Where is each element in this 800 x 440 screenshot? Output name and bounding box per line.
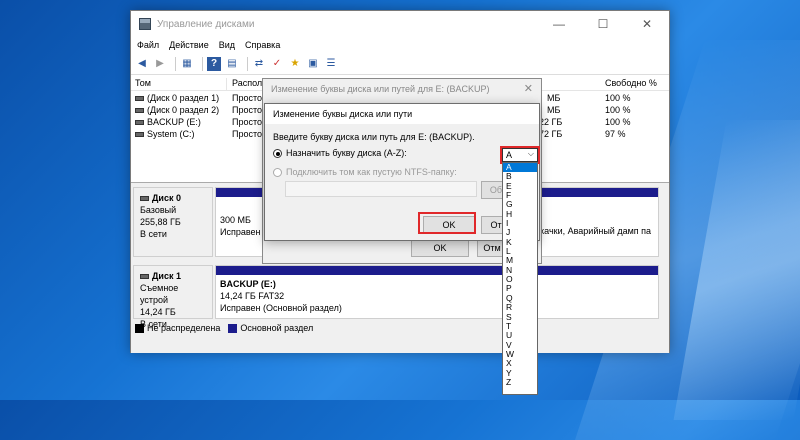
drive-icon bbox=[135, 108, 144, 114]
menu-view[interactable]: Вид bbox=[219, 40, 235, 50]
menu-action[interactable]: Действие bbox=[169, 40, 209, 50]
console-tree-icon[interactable]: ▦ bbox=[180, 57, 194, 71]
partition-status: Исправен (Основной раздел) bbox=[220, 303, 342, 313]
list-option[interactable]: H bbox=[503, 209, 537, 219]
legend: Не распределена Основной раздел bbox=[133, 321, 667, 335]
volume-name: System (C:) bbox=[147, 129, 195, 139]
volume-layout: Просто bbox=[232, 105, 263, 115]
close-button[interactable]: ✕ bbox=[625, 11, 669, 37]
legend-swatch-primary bbox=[228, 323, 238, 333]
disk-status: В сети bbox=[140, 229, 167, 239]
disk-icon bbox=[140, 196, 149, 202]
dialog-title: Изменение буквы диска или пути bbox=[273, 109, 413, 119]
disk-1-info[interactable]: Диск 1 Съемное устрой 14,24 ГБ В сети bbox=[133, 265, 213, 329]
disk-icon bbox=[140, 274, 149, 280]
volume-layout: Просто bbox=[232, 129, 263, 139]
volume-free: МБ bbox=[547, 105, 561, 115]
assign-letter-radio[interactable] bbox=[273, 149, 282, 158]
window-title: Управление дисками bbox=[157, 18, 255, 30]
title-bar: Управление дисками — ☐ ✕ bbox=[131, 11, 669, 37]
refresh-icon[interactable]: ▣ bbox=[306, 57, 320, 71]
properties-icon[interactable]: ▤ bbox=[225, 57, 239, 71]
disk-type: Базовый bbox=[140, 205, 177, 215]
menu-bar: Файл Действие Вид Справка bbox=[131, 37, 669, 53]
disk-size: 255,88 ГБ bbox=[140, 217, 181, 227]
checklist-icon[interactable]: ✓ bbox=[270, 57, 284, 71]
dialog-header: Изменение буквы диска или пути bbox=[265, 104, 539, 124]
toolbar-separator bbox=[202, 56, 203, 71]
folder-path-input[interactable] bbox=[285, 181, 477, 197]
volume-layout: Просто bbox=[232, 93, 263, 103]
dialog-prompt: Введите букву диска или путь для E: (BAC… bbox=[273, 132, 475, 142]
ok-button[interactable]: OK bbox=[411, 239, 469, 257]
volume-free: 72 ГБ bbox=[539, 129, 563, 139]
volume-free: 22 ГБ bbox=[539, 117, 563, 127]
volume-layout: Просто bbox=[232, 117, 263, 127]
volume-free-pct: 100 % bbox=[605, 93, 631, 103]
dialog-title: Изменение буквы диска или путей для E: (… bbox=[271, 84, 490, 94]
menu-file[interactable]: Файл bbox=[137, 40, 159, 50]
drive-letter-list: A B E F G H I J K L M N O P Q R S T U V … bbox=[502, 162, 538, 395]
partition-size: 300 МБ bbox=[220, 215, 251, 225]
volume-name: (Диск 0 раздел 2) bbox=[147, 105, 220, 115]
legend-unallocated: Не распределена bbox=[147, 323, 221, 333]
volume-free-pct: 100 % bbox=[605, 105, 631, 115]
toolbar: ◀ ▶ ▦ ? ▤ ⇄ ✓ ★ ▣ ☰ bbox=[131, 53, 669, 75]
legend-swatch-unallocated bbox=[135, 323, 144, 333]
column-free-pct[interactable]: Свободно % bbox=[601, 78, 669, 91]
partition-label: BACKUP (E:) bbox=[220, 279, 276, 289]
column-volume[interactable]: Том bbox=[131, 78, 227, 91]
volume-name: (Диск 0 раздел 1) bbox=[147, 93, 220, 103]
connect-icon[interactable]: ⇄ bbox=[252, 57, 266, 71]
primary-partition-bar bbox=[216, 266, 658, 275]
toolbar-separator bbox=[175, 56, 176, 71]
change-drive-letter-dialog: Изменение буквы диска или пути Введите б… bbox=[264, 103, 540, 241]
assign-letter-label: Назначить букву диска (A-Z): bbox=[286, 148, 407, 158]
drive-icon bbox=[135, 96, 144, 102]
drive-icon bbox=[135, 120, 144, 126]
disk-management-icon bbox=[139, 18, 151, 30]
legend-primary: Основной раздел bbox=[240, 323, 314, 333]
disk-name: Диск 0 bbox=[152, 193, 181, 203]
close-icon[interactable]: ✕ bbox=[524, 82, 533, 95]
minimize-button[interactable]: — bbox=[537, 11, 581, 37]
back-arrow-icon[interactable]: ◀ bbox=[135, 57, 149, 71]
mount-folder-radio[interactable] bbox=[273, 168, 282, 177]
partition-status: Исправен bbox=[220, 227, 261, 237]
disk-1-partitions[interactable]: BACKUP (E:) 14,24 ГБ FAT32 Исправен (Осн… bbox=[215, 265, 659, 319]
toolbar-separator bbox=[247, 56, 248, 71]
partition-status-right: качки, Аварийный дамп па bbox=[540, 226, 652, 236]
mount-folder-label: Подключить том как пустую NTFS-папку: bbox=[286, 167, 457, 177]
menu-help[interactable]: Справка bbox=[245, 40, 280, 50]
volume-free-pct: 100 % bbox=[605, 117, 631, 127]
ok-button-highlight bbox=[418, 212, 476, 234]
disk-0-info[interactable]: Диск 0 Базовый 255,88 ГБ В сети bbox=[133, 187, 213, 257]
list-view-icon[interactable]: ☰ bbox=[324, 57, 338, 71]
help-icon[interactable]: ? bbox=[207, 56, 221, 71]
maximize-button[interactable]: ☐ bbox=[581, 11, 625, 37]
forward-arrow-icon[interactable]: ▶ bbox=[153, 57, 167, 71]
volume-free-pct: 97 % bbox=[605, 129, 626, 139]
disk-name: Диск 1 bbox=[152, 271, 181, 281]
list-option[interactable]: Z bbox=[503, 377, 537, 387]
rescan-icon[interactable]: ★ bbox=[288, 57, 302, 71]
drive-icon bbox=[135, 132, 144, 138]
volume-free: МБ bbox=[547, 93, 561, 103]
disk-type: Съемное устрой bbox=[140, 283, 179, 305]
volume-name: BACKUP (E:) bbox=[147, 117, 201, 127]
partition-size: 14,24 ГБ FAT32 bbox=[220, 291, 285, 301]
disk-size: 14,24 ГБ bbox=[140, 307, 176, 317]
